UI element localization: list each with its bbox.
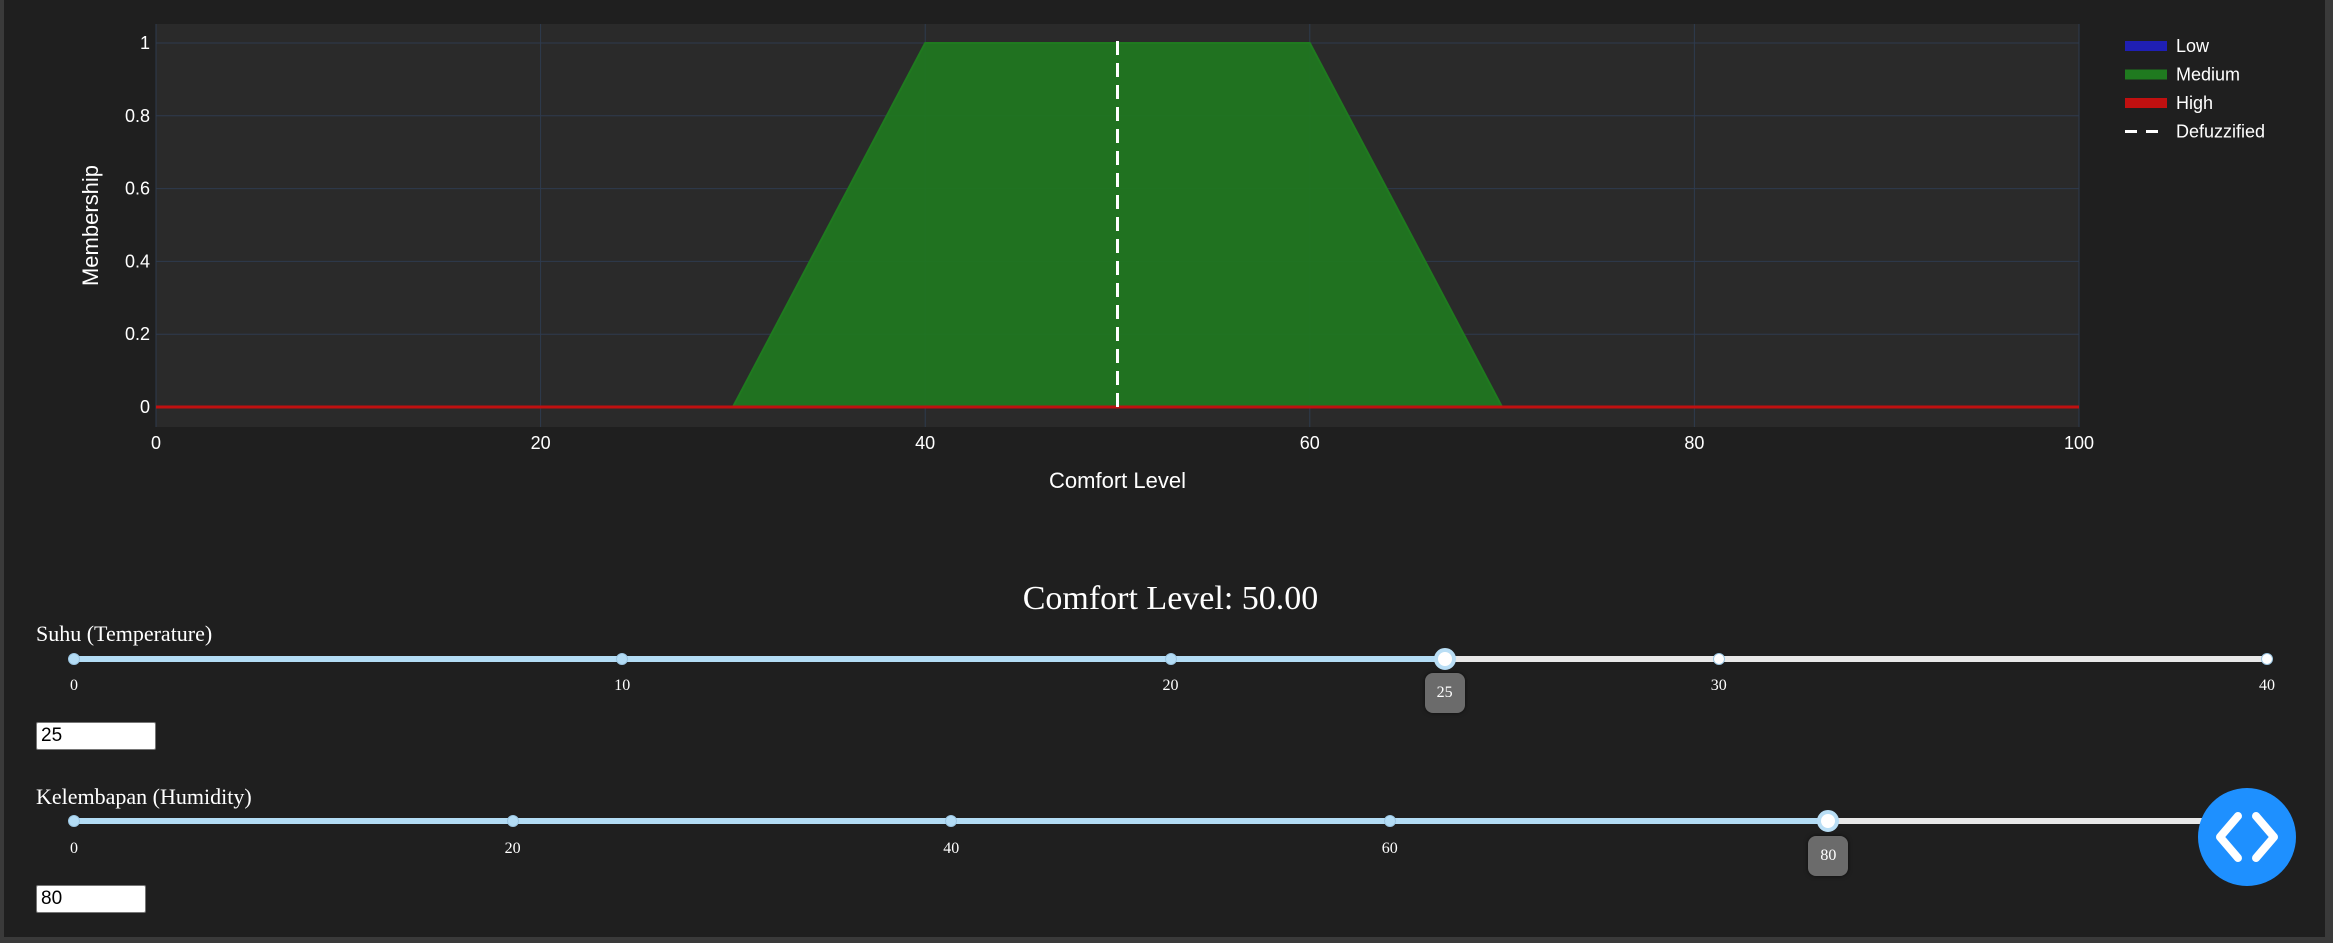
- slider-tick-label: 40: [943, 840, 960, 857]
- x-tick-label: 40: [915, 433, 935, 453]
- y-tick-labels: 0 0.2 0.4 0.6 0.8 1: [125, 33, 150, 417]
- y-tick-label: 1: [140, 33, 150, 53]
- slider-tick-label: 60: [1381, 840, 1398, 857]
- slider-tick-label: 0: [70, 840, 78, 857]
- y-tick-label: 0.6: [125, 179, 150, 199]
- legend-item-high[interactable]: High: [2125, 93, 2213, 113]
- x-tick-label: 100: [2064, 433, 2094, 453]
- y-tick-label: 0.8: [125, 106, 150, 126]
- y-tick-label: 0: [140, 397, 150, 417]
- slider-value-tooltip: 80: [1808, 836, 1849, 876]
- legend-item-low[interactable]: Low: [2125, 36, 2210, 56]
- humidity-input[interactable]: [36, 885, 146, 913]
- y-axis-label: Membership: [78, 165, 103, 286]
- slider-step-dot: [616, 653, 629, 665]
- x-tick-label: 60: [1300, 433, 1320, 453]
- slider-step-dot: [68, 653, 80, 665]
- legend-label: Low: [2176, 36, 2210, 56]
- code-toggle-button[interactable]: [2198, 788, 2296, 886]
- temperature-input[interactable]: [36, 722, 156, 750]
- slider-tick-label: 20: [1162, 677, 1179, 694]
- x-tick-label: 20: [531, 433, 551, 453]
- legend-label: High: [2176, 93, 2213, 113]
- legend[interactable]: Low Medium High Defuzzified: [2125, 36, 2265, 142]
- x-tick-label: 80: [1684, 433, 1704, 453]
- x-tick-labels: 0 20 40 60 80 100: [151, 433, 2094, 453]
- membership-chart: 0 0.2 0.4 0.6 0.8 1 0 20 40 60 80 100 Comfort Leve…: [78, 24, 2265, 493]
- legend-item-defuzzified[interactable]: Defuzzified: [2125, 122, 2265, 142]
- y-tick-label: 0.4: [125, 251, 150, 271]
- slider-tick-label: 10: [614, 677, 631, 694]
- slider-track-filled: [74, 656, 1445, 662]
- slider-value-tooltip: 25: [1424, 673, 1465, 713]
- x-tick-label: 0: [151, 433, 161, 453]
- slider-tick-label: 30: [1710, 677, 1727, 694]
- slider-step-dot: [945, 815, 958, 827]
- slider-tick-label: 0: [70, 677, 78, 694]
- slider-step-dot: [1383, 815, 1396, 827]
- slider-step-dot: [2261, 653, 2273, 665]
- slider-handle[interactable]: [1817, 810, 1840, 832]
- legend-item-medium[interactable]: Medium: [2125, 65, 2240, 85]
- slider-step-dot: [1164, 653, 1177, 665]
- comfort-level-result: Comfort Level: 50.00: [1022, 580, 1319, 617]
- code-brackets-icon: [2216, 812, 2278, 862]
- humidity-slider-label: Kelembapan (Humidity): [36, 784, 252, 809]
- slider-handle[interactable]: [1433, 648, 1456, 670]
- y-tick-label: 0.2: [125, 324, 150, 344]
- slider-tick-label: 20: [504, 840, 521, 857]
- slider-step-dot: [506, 815, 519, 827]
- x-axis-label: Comfort Level: [1049, 468, 1186, 493]
- legend-label: Defuzzified: [2176, 122, 2265, 142]
- slider-tick-label: 40: [2259, 677, 2275, 694]
- legend-label: Medium: [2176, 65, 2240, 85]
- app-frame: 0 0.2 0.4 0.6 0.8 1 0 20 40 60 80 100 Comfort Leve…: [4, 0, 2325, 937]
- temperature-slider-label: Suhu (Temperature): [36, 621, 213, 646]
- slider-step-dot: [1712, 653, 1725, 665]
- slider-step-dot: [68, 815, 80, 827]
